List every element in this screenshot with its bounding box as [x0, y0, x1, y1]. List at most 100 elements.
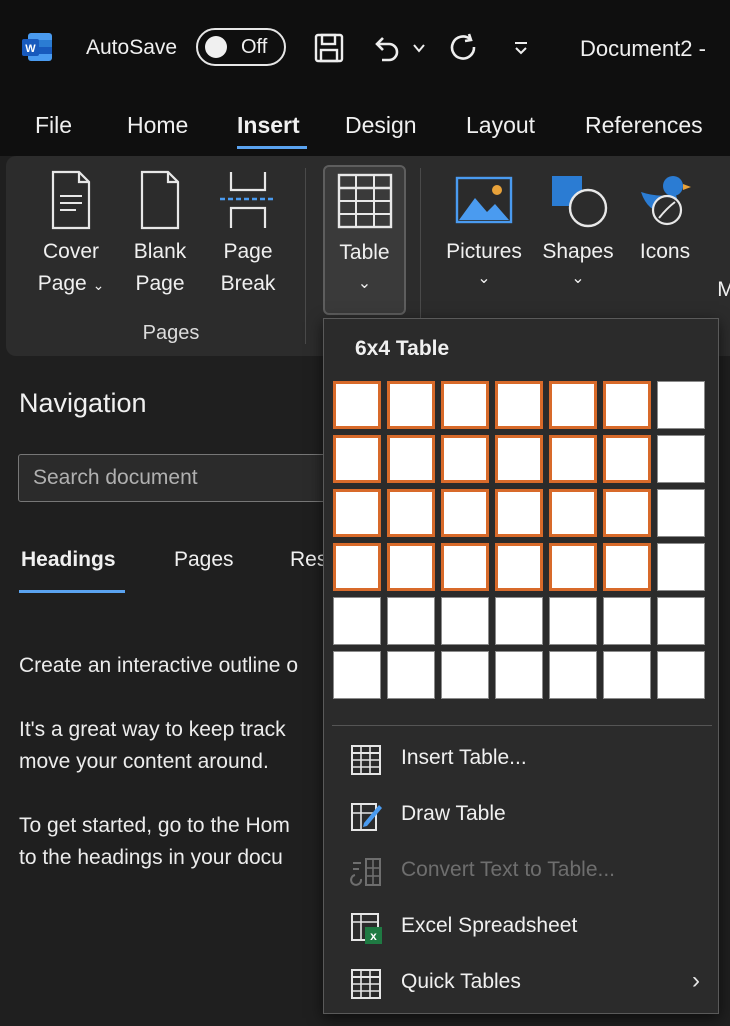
convert-text-icon	[350, 858, 381, 886]
grid-cell[interactable]	[657, 489, 705, 537]
draw-table-label: Draw Table	[401, 802, 506, 825]
tab-pages[interactable]: Pages	[174, 548, 234, 572]
grid-cell-selected[interactable]	[495, 489, 543, 537]
nav-help-text-2: It's a great way to keep track	[19, 718, 286, 741]
tab-layout[interactable]: Layout	[466, 112, 535, 139]
grid-cell-selected[interactable]	[549, 435, 597, 483]
grid-cell[interactable]	[387, 651, 435, 699]
grid-cell-selected[interactable]	[495, 435, 543, 483]
quick-tables-icon	[351, 969, 381, 999]
icons-bird-icon	[641, 176, 691, 226]
ribbon-separator	[305, 168, 306, 344]
grid-cell-selected[interactable]	[603, 435, 651, 483]
grid-cell-selected[interactable]	[387, 381, 435, 429]
excel-spreadsheet-label: Excel Spreadsheet	[401, 914, 578, 937]
grid-cell[interactable]	[387, 597, 435, 645]
grid-cell-selected[interactable]	[387, 435, 435, 483]
page-break-label-1: Page	[223, 240, 273, 263]
insert-table-item[interactable]: Insert Table...	[324, 733, 718, 785]
grid-cell[interactable]	[657, 543, 705, 591]
grid-cell[interactable]	[549, 651, 597, 699]
grid-cell-selected[interactable]	[495, 543, 543, 591]
quick-tables-label: Quick Tables	[401, 970, 521, 993]
chevron-down-icon: ⌄	[477, 270, 491, 287]
draw-table-icon	[351, 803, 382, 831]
grid-cell-selected[interactable]	[441, 543, 489, 591]
menu-separator	[332, 725, 712, 726]
grid-cell-selected[interactable]	[549, 381, 597, 429]
convert-text-to-table-item: Convert Text to Table...	[324, 845, 718, 897]
grid-cell-selected[interactable]	[495, 381, 543, 429]
nav-help-text-1: Create an interactive outline o	[19, 654, 298, 677]
toggle-knob	[205, 36, 227, 58]
navigation-title: Navigation	[19, 388, 147, 418]
grid-cell[interactable]	[441, 597, 489, 645]
shapes-button[interactable]: Shapes ⌄	[538, 172, 618, 290]
search-placeholder: Search document	[33, 466, 198, 489]
grid-cell-selected[interactable]	[441, 435, 489, 483]
tab-results[interactable]: Res	[290, 548, 327, 572]
pages-group-label: Pages	[142, 322, 200, 344]
cover-page-label-1: Cover	[42, 240, 100, 263]
grid-cell-selected[interactable]	[387, 489, 435, 537]
search-input[interactable]: Search document	[18, 454, 348, 502]
blank-page-button[interactable]: Blank Page	[126, 170, 194, 300]
grid-cell-selected[interactable]	[603, 489, 651, 537]
grid-cell-selected[interactable]	[549, 543, 597, 591]
grid-cell[interactable]	[603, 597, 651, 645]
grid-cell-selected[interactable]	[441, 489, 489, 537]
grid-cell[interactable]	[333, 597, 381, 645]
insert-table-dropdown: 6x4 Table Insert Table... Draw Table Con…	[323, 318, 719, 1014]
svg-text:W: W	[25, 43, 36, 55]
grid-cell-selected[interactable]	[333, 489, 381, 537]
redo-icon[interactable]	[444, 28, 484, 68]
autosave-state: Off	[241, 36, 268, 58]
nav-help-text-5: to the headings in your docu	[19, 846, 283, 869]
icons-label: Icons	[639, 240, 691, 263]
page-break-button[interactable]: Page Break	[213, 170, 283, 300]
undo-dropdown-chevron-icon[interactable]	[410, 28, 428, 68]
grid-cell[interactable]	[657, 597, 705, 645]
grid-cell-selected[interactable]	[333, 543, 381, 591]
pictures-button[interactable]: Pictures ⌄	[440, 176, 528, 290]
grid-cell-selected[interactable]	[333, 435, 381, 483]
tab-design[interactable]: Design	[345, 112, 417, 139]
grid-cell[interactable]	[333, 651, 381, 699]
cover-page-button[interactable]: Cover Page ⌄	[36, 170, 106, 301]
grid-cell-selected[interactable]	[387, 543, 435, 591]
page-break-icon	[220, 172, 276, 228]
draw-table-item[interactable]: Draw Table	[324, 789, 718, 841]
tab-headings[interactable]: Headings	[21, 548, 116, 572]
grid-cell[interactable]	[495, 597, 543, 645]
quick-tables-item[interactable]: Quick Tables ›	[324, 957, 718, 1009]
nav-help-text-3: move your content around.	[19, 750, 269, 773]
excel-spreadsheet-item[interactable]: x Excel Spreadsheet	[324, 901, 718, 953]
grid-cell[interactable]	[495, 651, 543, 699]
table-button[interactable]: Table ⌄	[323, 165, 406, 315]
blank-page-label-1: Blank	[133, 240, 187, 263]
chevron-right-icon: ›	[692, 967, 700, 994]
grid-cell-selected[interactable]	[603, 381, 651, 429]
grid-cell-selected[interactable]	[333, 381, 381, 429]
tab-insert[interactable]: Insert	[237, 112, 300, 139]
grid-cell-selected[interactable]	[603, 543, 651, 591]
active-nav-tab-indicator	[19, 590, 125, 593]
icons-button[interactable]: Icons	[630, 172, 700, 268]
autosave-toggle[interactable]: Off	[196, 28, 286, 66]
undo-icon[interactable]	[368, 28, 404, 68]
tab-file[interactable]: File	[35, 112, 72, 139]
ribbon-cutoff-label: M	[717, 278, 730, 301]
tab-home[interactable]: Home	[127, 112, 188, 139]
grid-cell[interactable]	[441, 651, 489, 699]
grid-cell-selected[interactable]	[441, 381, 489, 429]
customize-toolbar-icon[interactable]	[508, 28, 534, 68]
grid-cell[interactable]	[603, 651, 651, 699]
save-icon[interactable]	[311, 28, 347, 68]
grid-cell[interactable]	[657, 381, 705, 429]
insert-table-label: Insert Table...	[401, 746, 527, 769]
grid-cell[interactable]	[657, 435, 705, 483]
tab-references[interactable]: References	[585, 112, 703, 139]
grid-cell[interactable]	[549, 597, 597, 645]
grid-cell[interactable]	[657, 651, 705, 699]
grid-cell-selected[interactable]	[549, 489, 597, 537]
